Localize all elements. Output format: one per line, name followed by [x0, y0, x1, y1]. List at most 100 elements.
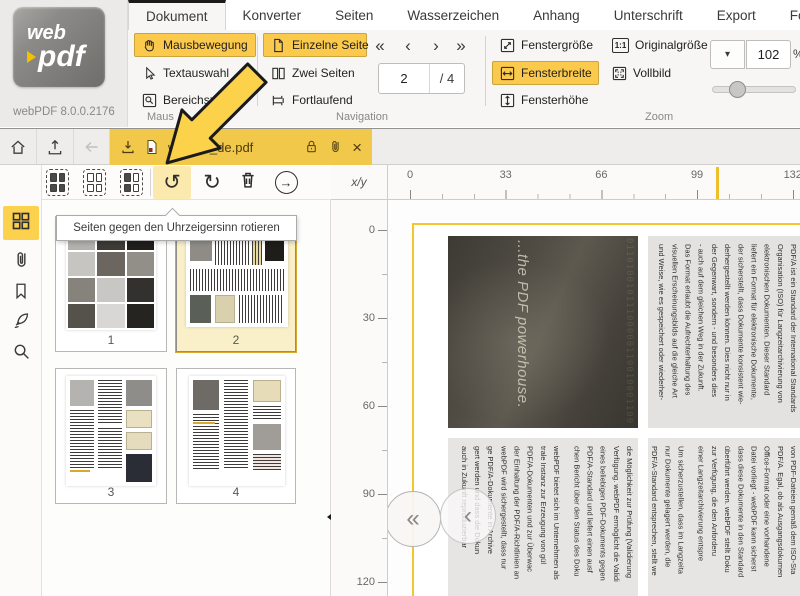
- hruler-position-marker: [716, 167, 719, 199]
- page-number-label: 4: [177, 485, 295, 499]
- hruler-labels: 0336699132: [410, 169, 800, 181]
- rotate-cw-button[interactable]: ↻: [194, 166, 230, 199]
- binary-texture: 0110100101110000011001000110011000110001…: [524, 238, 636, 426]
- version-label: webPDF 8.0.0.2176: [0, 106, 128, 118]
- previous-page-overlay-button[interactable]: ‹: [440, 488, 496, 544]
- logo-triangle-icon: [27, 51, 36, 63]
- sidebar-item-bookmarks[interactable]: [3, 276, 39, 310]
- fenstergroesse-button[interactable]: Fenstergröße: [492, 33, 601, 57]
- textauswahl-label: Textauswahl: [163, 66, 229, 80]
- first-page-button[interactable]: «: [368, 36, 392, 56]
- group-divider: [257, 36, 258, 106]
- back-button[interactable]: [74, 129, 110, 164]
- webpdf-logo: web pdf: [13, 7, 105, 87]
- fit-window-icon: [500, 38, 515, 53]
- vollbild-label: Vollbild: [633, 66, 671, 80]
- tab-unterschrift[interactable]: Unterschrift: [597, 0, 700, 30]
- zoom-group-label: Zoom: [645, 111, 673, 123]
- thumbnail-page-3[interactable]: 3: [55, 368, 167, 504]
- left-sidebar: [0, 165, 42, 596]
- zoom-slider-handle[interactable]: [729, 81, 746, 98]
- single-page-icon: [271, 38, 286, 53]
- fensterhoehe-button[interactable]: Fensterhöhe: [492, 88, 596, 112]
- fullscreen-icon: [612, 66, 627, 81]
- group-divider: [485, 36, 486, 106]
- select-all-pages-button[interactable]: [46, 169, 69, 196]
- bereichszoom-button[interactable]: Bereichszoom: [134, 88, 247, 112]
- thumbnail-panel: 1 2: [42, 200, 331, 596]
- tab-export[interactable]: Export: [700, 0, 773, 30]
- image-caption: ...the PDF powerhouse.: [514, 240, 531, 425]
- fit-width-icon: [500, 66, 515, 81]
- document-filename: webpdf_de.pdf: [168, 140, 296, 155]
- home-icon: [9, 138, 27, 156]
- document-tab[interactable]: webpdf_de.pdf ×: [110, 129, 372, 165]
- one-to-one-icon: 1:1: [612, 38, 629, 53]
- tab-dokument[interactable]: Dokument: [128, 0, 226, 30]
- mausbewegung-label: Mausbewegung: [163, 38, 248, 52]
- last-page-button[interactable]: »: [449, 36, 473, 56]
- fortlaufend-button[interactable]: Fortlaufend: [263, 88, 361, 112]
- download-icon[interactable]: [120, 139, 136, 155]
- vollbild-button[interactable]: Vollbild: [604, 61, 679, 85]
- pages-toolbar: ↺ ↻ →: [42, 165, 331, 200]
- arrow-right-circle-icon: →: [275, 171, 298, 194]
- zoom-slider-track[interactable]: [712, 86, 796, 93]
- current-page-input[interactable]: 2: [379, 64, 430, 93]
- tab-wasserzeichen[interactable]: Wasserzeichen: [390, 0, 516, 30]
- home-button[interactable]: [0, 129, 37, 164]
- sidebar-item-search[interactable]: [3, 337, 39, 371]
- move-page-button[interactable]: →: [268, 166, 304, 199]
- zoom-value-input[interactable]: 102: [746, 40, 791, 69]
- bookmark-icon: [12, 282, 30, 305]
- sidebar-item-attachments[interactable]: [3, 245, 39, 279]
- page-number-label: 1: [56, 333, 166, 347]
- delete-page-button[interactable]: [230, 166, 266, 199]
- zwei-seiten-button[interactable]: Zwei Seiten: [263, 61, 363, 85]
- next-page-button[interactable]: ›: [424, 36, 448, 56]
- hand-icon: [142, 38, 157, 53]
- tab-formulare[interactable]: For: [773, 0, 800, 30]
- textauswahl-button[interactable]: Textauswahl: [134, 61, 237, 85]
- trash-icon: [238, 170, 258, 195]
- page-paragraph-1: PDF/A ist ein Standard der International…: [648, 236, 800, 428]
- back-arrow-icon: [83, 138, 101, 156]
- zoom-dropdown-button[interactable]: ▾: [710, 40, 745, 69]
- fensterbreite-button[interactable]: Fensterbreite: [492, 61, 599, 85]
- mouse-group-label: Maus: [147, 111, 174, 123]
- fensterhoehe-label: Fensterhöhe: [521, 93, 588, 107]
- upload-button[interactable]: [37, 129, 74, 164]
- invert-page-selection-button[interactable]: [120, 169, 143, 196]
- einzelne-seite-button[interactable]: Einzelne Seite: [263, 33, 367, 57]
- zwei-seiten-label: Zwei Seiten: [292, 66, 355, 80]
- page-number-box: 2 / 4: [378, 63, 465, 94]
- mausbewegung-button[interactable]: Mausbewegung: [134, 33, 256, 57]
- page-paragraph-3: von PDF-Dateien gemäß dem ISO-StaPDF/A. …: [648, 438, 800, 596]
- fit-height-icon: [500, 93, 515, 108]
- total-pages-label: / 4: [430, 64, 464, 93]
- tab-konverter[interactable]: Konverter: [226, 0, 319, 30]
- thumbnail-page-4[interactable]: 4: [176, 368, 296, 504]
- prev-page-button[interactable]: ‹: [396, 36, 420, 56]
- vruler-labels: 0306090120: [331, 230, 387, 596]
- originalgroesse-label: Originalgröße: [635, 38, 708, 52]
- document-viewer[interactable]: 0110100101110000011001000110011000110001…: [388, 200, 800, 596]
- thumbnails-grid-icon: [11, 211, 31, 236]
- sidebar-item-signature[interactable]: [3, 306, 39, 340]
- deselect-all-pages-button[interactable]: [83, 169, 106, 196]
- pdf-file-icon: [144, 139, 160, 155]
- horizontal-ruler: 0336699132: [388, 165, 800, 200]
- tab-anhang[interactable]: Anhang: [516, 0, 597, 30]
- close-document-icon[interactable]: ×: [352, 139, 362, 156]
- page-2-preview: [186, 227, 288, 327]
- page-4-preview: [189, 376, 285, 486]
- quill-icon: [12, 311, 31, 335]
- originalgroesse-button[interactable]: 1:1 Originalgröße: [604, 33, 716, 57]
- sidebar-item-thumbnails[interactable]: [3, 206, 39, 240]
- rotate-ccw-button[interactable]: ↺: [153, 166, 191, 199]
- ribbon: web pdf webPDF 8.0.0.2176 Dokument Konve…: [0, 0, 800, 127]
- vertical-ruler: 0306090120: [331, 200, 388, 596]
- tab-seiten[interactable]: Seiten: [318, 0, 390, 30]
- page-photo-block: 0110100101110000011001000110011000110001…: [448, 236, 638, 428]
- two-pages-icon: [271, 66, 286, 81]
